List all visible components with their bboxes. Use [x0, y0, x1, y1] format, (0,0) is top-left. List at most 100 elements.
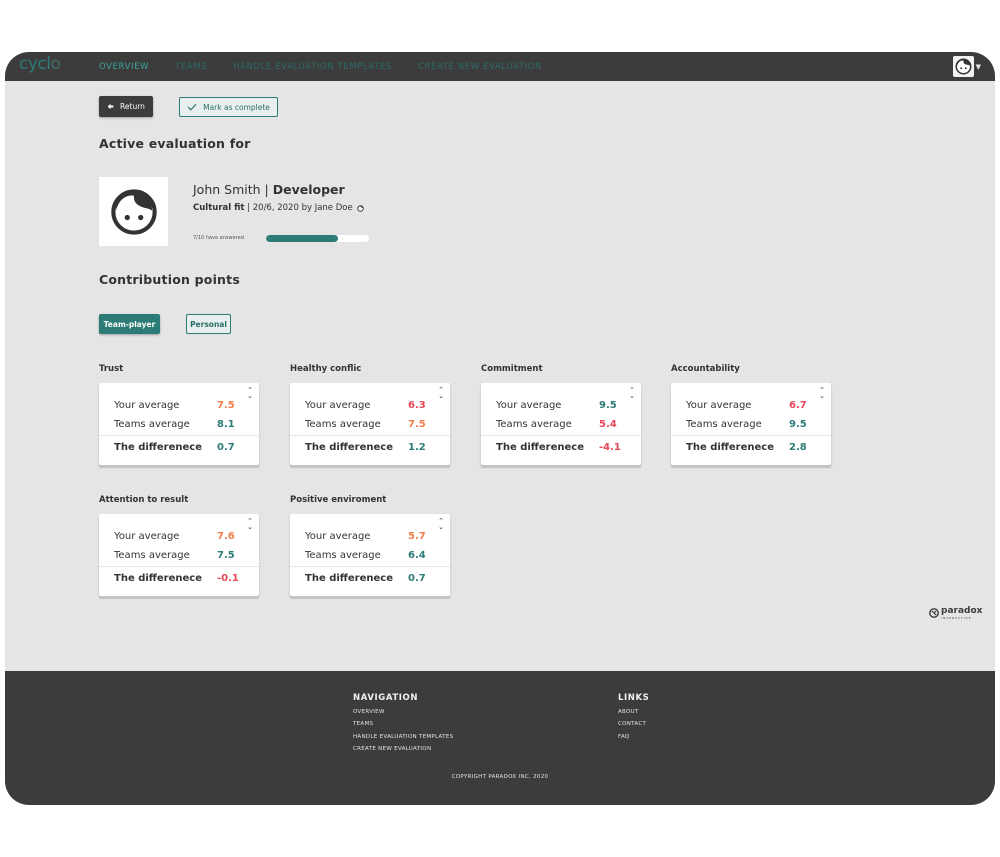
- card-divider: [99, 566, 259, 567]
- answered-count: 7/10 have answered: [193, 235, 244, 241]
- main-nav: OVERVIEW TEAMS HANDLE EVALUATION TEMPLAT…: [99, 62, 568, 72]
- user-face-icon: [110, 188, 157, 235]
- card-shadow: [671, 465, 831, 468]
- person-name-role: John Smith | Developer: [193, 182, 345, 197]
- your-average-value: 7.5: [217, 400, 235, 411]
- name-separator: |: [260, 182, 273, 197]
- nav-create-new-evaluation[interactable]: CREATE NEW EVALUATION: [418, 62, 542, 72]
- difference-label: The differenece: [686, 442, 774, 453]
- footer-link-about[interactable]: ABOUT: [618, 709, 639, 715]
- contribution-card: ⌃ ⌄ Your average 7.6 Teams average 7.5 The dif…: [99, 514, 259, 599]
- evaluation-type: Cultural fit: [193, 203, 245, 213]
- difference-label: The differenece: [114, 573, 202, 584]
- teams-average-label: Teams average: [305, 419, 381, 430]
- app-frame: cyclo OVERVIEW TEAMS HANDLE EVALUATION T…: [5, 52, 995, 805]
- difference-label: The differenece: [305, 442, 393, 453]
- card-divider: [481, 435, 641, 436]
- card-divider: [290, 566, 450, 567]
- chevron-down-icon: ▼: [975, 62, 981, 71]
- nav-teams[interactable]: TEAMS: [175, 62, 207, 72]
- sort-icon[interactable]: ⌃ ⌄: [819, 387, 825, 400]
- difference-value: 2.8: [789, 442, 807, 453]
- person-name: John Smith: [193, 182, 261, 197]
- active-evaluation-title: Active evaluation for: [99, 136, 251, 151]
- footer-navigation-title: NAVIGATION: [353, 693, 419, 703]
- copyright: COPYRIGHT PARADOX INC, 2020: [451, 774, 549, 780]
- teams-average-value: 7.5: [408, 419, 426, 430]
- contribution-card: ⌃ ⌄ Your average 9.5 Teams average 5.4 The dif…: [481, 383, 641, 468]
- your-average-value: 5.7: [408, 531, 426, 542]
- profile-picture: [99, 177, 168, 246]
- contribution-card: ⌃ ⌄ Your average 7.5 Teams average 8.1 The dif…: [99, 383, 259, 468]
- mini-avatar-icon: [356, 204, 364, 212]
- contribution-card: ⌃ ⌄ Your average 5.7 Teams average 6.4 The dif…: [290, 514, 450, 599]
- your-average-label: Your average: [305, 531, 371, 542]
- footer: NAVIGATION OVERVIEW TEAMS HANDLE EVALUAT…: [5, 671, 995, 805]
- footer-link-faq[interactable]: FAQ: [618, 734, 630, 740]
- your-average-value: 6.3: [408, 400, 426, 411]
- teams-average-value: 5.4: [599, 419, 617, 430]
- sort-icon[interactable]: ⌃ ⌄: [247, 518, 253, 531]
- footer-link-create-evaluation[interactable]: CREATE NEW EVALUATION: [353, 746, 431, 752]
- card-shadow: [481, 465, 641, 468]
- teams-average-label: Teams average: [305, 550, 381, 561]
- teams-average-label: Teams average: [114, 419, 190, 430]
- evaluation-date-author: | 20/6, 2020 by Jane Doe: [244, 203, 353, 213]
- teams-average-label: Teams average: [686, 419, 762, 430]
- sort-icon[interactable]: ⌃ ⌄: [438, 387, 444, 400]
- mark-complete-button[interactable]: Mark as complete: [179, 97, 278, 117]
- difference-label: The differenece: [114, 442, 202, 453]
- teams-average-value: 9.5: [789, 419, 807, 430]
- person-role: Developer: [272, 182, 345, 197]
- difference-value: 0.7: [408, 573, 426, 584]
- return-button[interactable]: Return: [99, 96, 153, 117]
- difference-value: 0.7: [217, 442, 235, 453]
- paradox-logo: paradox INTERACTIVE: [929, 606, 982, 620]
- your-average-label: Your average: [686, 400, 752, 411]
- sort-icon[interactable]: ⌃ ⌄: [629, 387, 635, 400]
- footer-link-teams[interactable]: TEAMS: [353, 721, 373, 727]
- teams-average-label: Teams average: [496, 419, 572, 430]
- your-average-label: Your average: [114, 531, 180, 542]
- card-title: Healthy conflic: [290, 364, 362, 374]
- tab-personal[interactable]: Personal: [186, 314, 231, 334]
- your-average-label: Your average: [114, 400, 180, 411]
- sort-icon[interactable]: ⌃ ⌄: [438, 518, 444, 531]
- card-shadow: [99, 596, 259, 599]
- nav-handle-evaluation-templates[interactable]: HANDLE EVALUATION TEMPLATES: [233, 62, 392, 72]
- difference-value: 1.2: [408, 442, 426, 453]
- teams-average-value: 8.1: [217, 419, 235, 430]
- teams-average-value: 6.4: [408, 550, 426, 561]
- top-navbar: cyclo OVERVIEW TEAMS HANDLE EVALUATION T…: [5, 52, 995, 81]
- logo-text: cycl: [19, 54, 51, 74]
- card-shadow: [290, 465, 450, 468]
- difference-label: The differenece: [305, 573, 393, 584]
- your-average-label: Your average: [496, 400, 562, 411]
- card-title: Attention to result: [99, 495, 189, 505]
- difference-value: -0.1: [217, 573, 239, 584]
- contribution-points-title: Contribution points: [99, 272, 240, 287]
- paradox-tagline: INTERACTIVE: [941, 616, 972, 620]
- footer-link-templates[interactable]: HANDLE EVALUATION TEMPLATES: [353, 734, 453, 740]
- your-average-value: 7.6: [217, 531, 235, 542]
- difference-label: The differenece: [496, 442, 584, 453]
- card-divider: [671, 435, 831, 436]
- tab-team-player[interactable]: Team-player: [99, 314, 160, 334]
- card-title: Accountability: [671, 364, 740, 374]
- arrow-left-icon: [107, 103, 114, 110]
- footer-link-contact[interactable]: CONTACT: [618, 721, 646, 727]
- paradox-name: paradox: [941, 606, 983, 616]
- footer-links-title: LINKS: [618, 693, 650, 703]
- footer-link-overview[interactable]: OVERVIEW: [353, 709, 385, 715]
- nav-overview[interactable]: OVERVIEW: [99, 62, 149, 72]
- difference-value: -4.1: [599, 442, 621, 453]
- card-title: Trust: [99, 364, 124, 374]
- sort-icon[interactable]: ⌃ ⌄: [247, 387, 253, 400]
- card-divider: [99, 435, 259, 436]
- card-title: Commitment: [481, 364, 543, 374]
- logo-text-end: o: [50, 54, 61, 74]
- teams-average-value: 7.5: [217, 550, 235, 561]
- app-logo[interactable]: cyclo: [19, 54, 61, 74]
- user-menu-button[interactable]: ▼: [952, 56, 981, 77]
- check-icon: [187, 103, 197, 111]
